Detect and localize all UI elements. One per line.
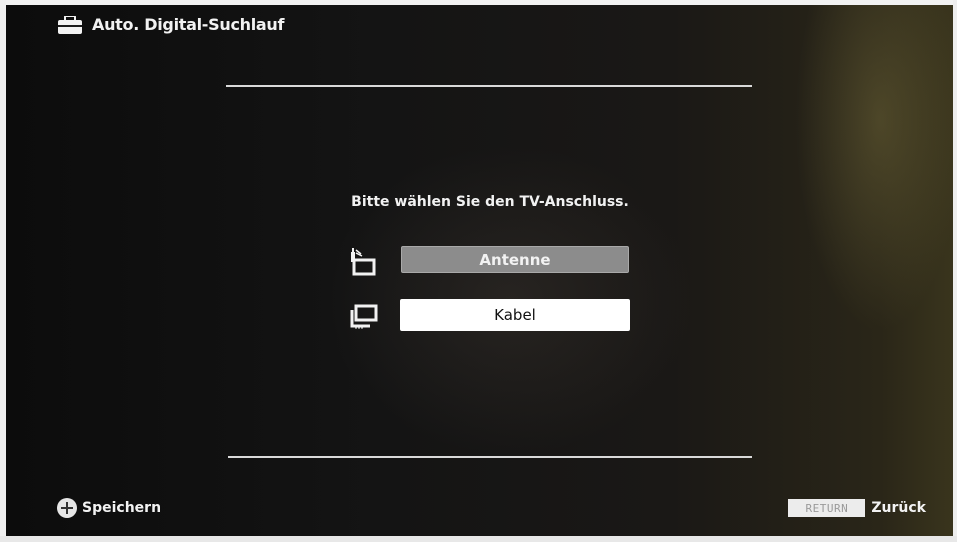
antenna-icon: [348, 248, 378, 276]
bezel-top: [0, 0, 957, 5]
tv-screen: Auto. Digital-Suchlauf Bitte wählen Sie …: [0, 0, 957, 542]
divider-top: [226, 85, 752, 87]
save-label: Speichern: [82, 500, 162, 516]
save-hint[interactable]: Speichern: [57, 498, 161, 518]
divider-bottom: [228, 456, 752, 458]
prompt-text: Bitte wählen Sie den TV-Anschluss.: [351, 194, 629, 210]
back-hint[interactable]: RETURN Zurück: [788, 499, 926, 517]
bezel-bottom: [0, 536, 957, 542]
bezel-right: [953, 0, 957, 542]
toolbox-icon: [58, 14, 82, 34]
back-label: Zurück: [871, 500, 926, 516]
option-antenne[interactable]: Antenne: [401, 246, 629, 273]
option-kabel[interactable]: Kabel: [400, 299, 630, 331]
bezel-left: [0, 0, 6, 542]
header: Auto. Digital-Suchlauf: [58, 14, 285, 34]
return-key-badge: RETURN: [788, 499, 866, 517]
dpad-icon: [57, 498, 77, 518]
cable-icon: [348, 302, 378, 330]
page-title: Auto. Digital-Suchlauf: [92, 15, 285, 34]
